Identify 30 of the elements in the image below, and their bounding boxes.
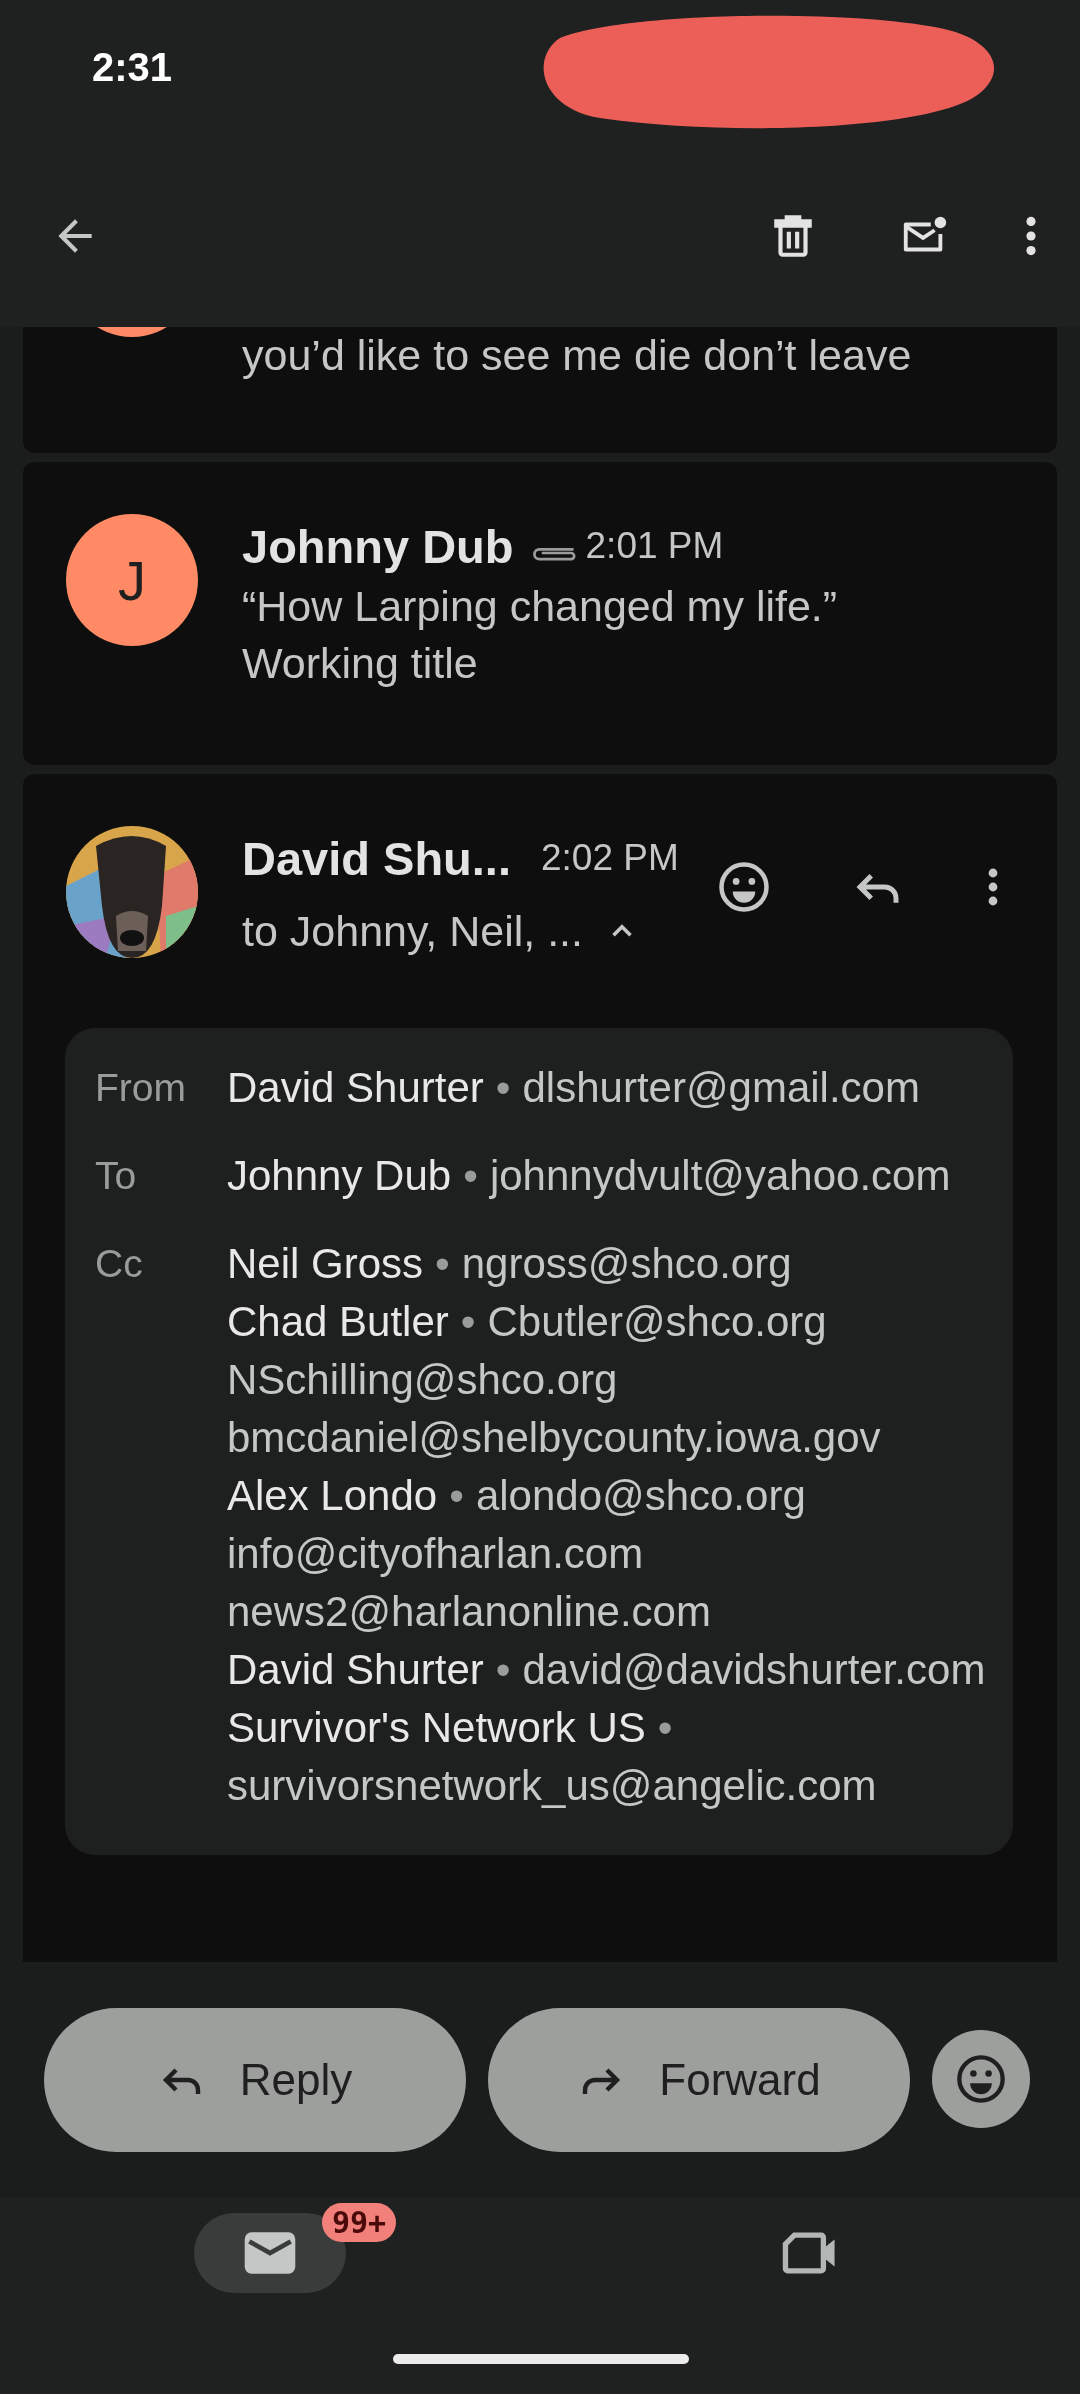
field-label: From bbox=[95, 1065, 187, 1111]
message-time: 2:02 PM bbox=[541, 837, 679, 879]
recipient-entry: NSchilling@shco.org bbox=[227, 1355, 619, 1405]
recipient-entry: Alex Londo • alondo@shco.org bbox=[227, 1471, 807, 1521]
recipient-entry: David Shurter • dlshurter@gmail.com bbox=[227, 1063, 920, 1113]
recipient-entry: David Shurter • david@davidshurter.com bbox=[227, 1645, 987, 1695]
recipient-entry: Survivor's Network US • survivorsnetwork_us@angelic.com bbox=[227, 1703, 878, 1811]
message-card[interactable]: you’d like to see me die don’t leave bbox=[23, 327, 1057, 453]
recipient-entry: bmcdaniel@shelbycounty.iowa.gov bbox=[227, 1413, 882, 1463]
recipient-entry: Neil Gross • ngross@shco.org bbox=[227, 1239, 793, 1289]
sender-name: Johnny Dub bbox=[242, 518, 514, 574]
message-time: 2:01 PM bbox=[585, 525, 724, 567]
forward-button[interactable]: Forward bbox=[488, 2008, 910, 2152]
emoji-icon bbox=[955, 2053, 1007, 2105]
emoji-icon[interactable] bbox=[716, 860, 771, 914]
unread-badge: 99+ bbox=[322, 2203, 397, 2242]
message-snippet: “How Larping changed my life.” Working title bbox=[242, 581, 839, 689]
reply-button[interactable]: Reply bbox=[44, 2008, 466, 2152]
message-card[interactable]: J Johnny Dub 2:01 PM “How Larping changed my life.” Working title bbox=[23, 462, 1057, 765]
recipient-entry: info@cityofharlan.com bbox=[227, 1529, 645, 1579]
status-time: 2:31 bbox=[92, 45, 173, 90]
recipient-entry: Chad Butler • Cbutler@shco.org bbox=[227, 1297, 828, 1347]
recipient-entry: news2@harlanonline.com bbox=[227, 1587, 712, 1637]
recipient-entry: Johnny Dub • johnnydvult@yahoo.com bbox=[227, 1151, 951, 1201]
sender-name: David Shu... bbox=[242, 830, 511, 886]
message-snippet: you’d like to see me die don’t leave bbox=[242, 330, 912, 381]
field-label: Cc bbox=[95, 1241, 144, 1287]
recipients-summary: to Johnny, Neil, ... bbox=[242, 906, 583, 957]
field-label: To bbox=[95, 1153, 138, 1199]
sender-avatar: J bbox=[66, 514, 198, 646]
